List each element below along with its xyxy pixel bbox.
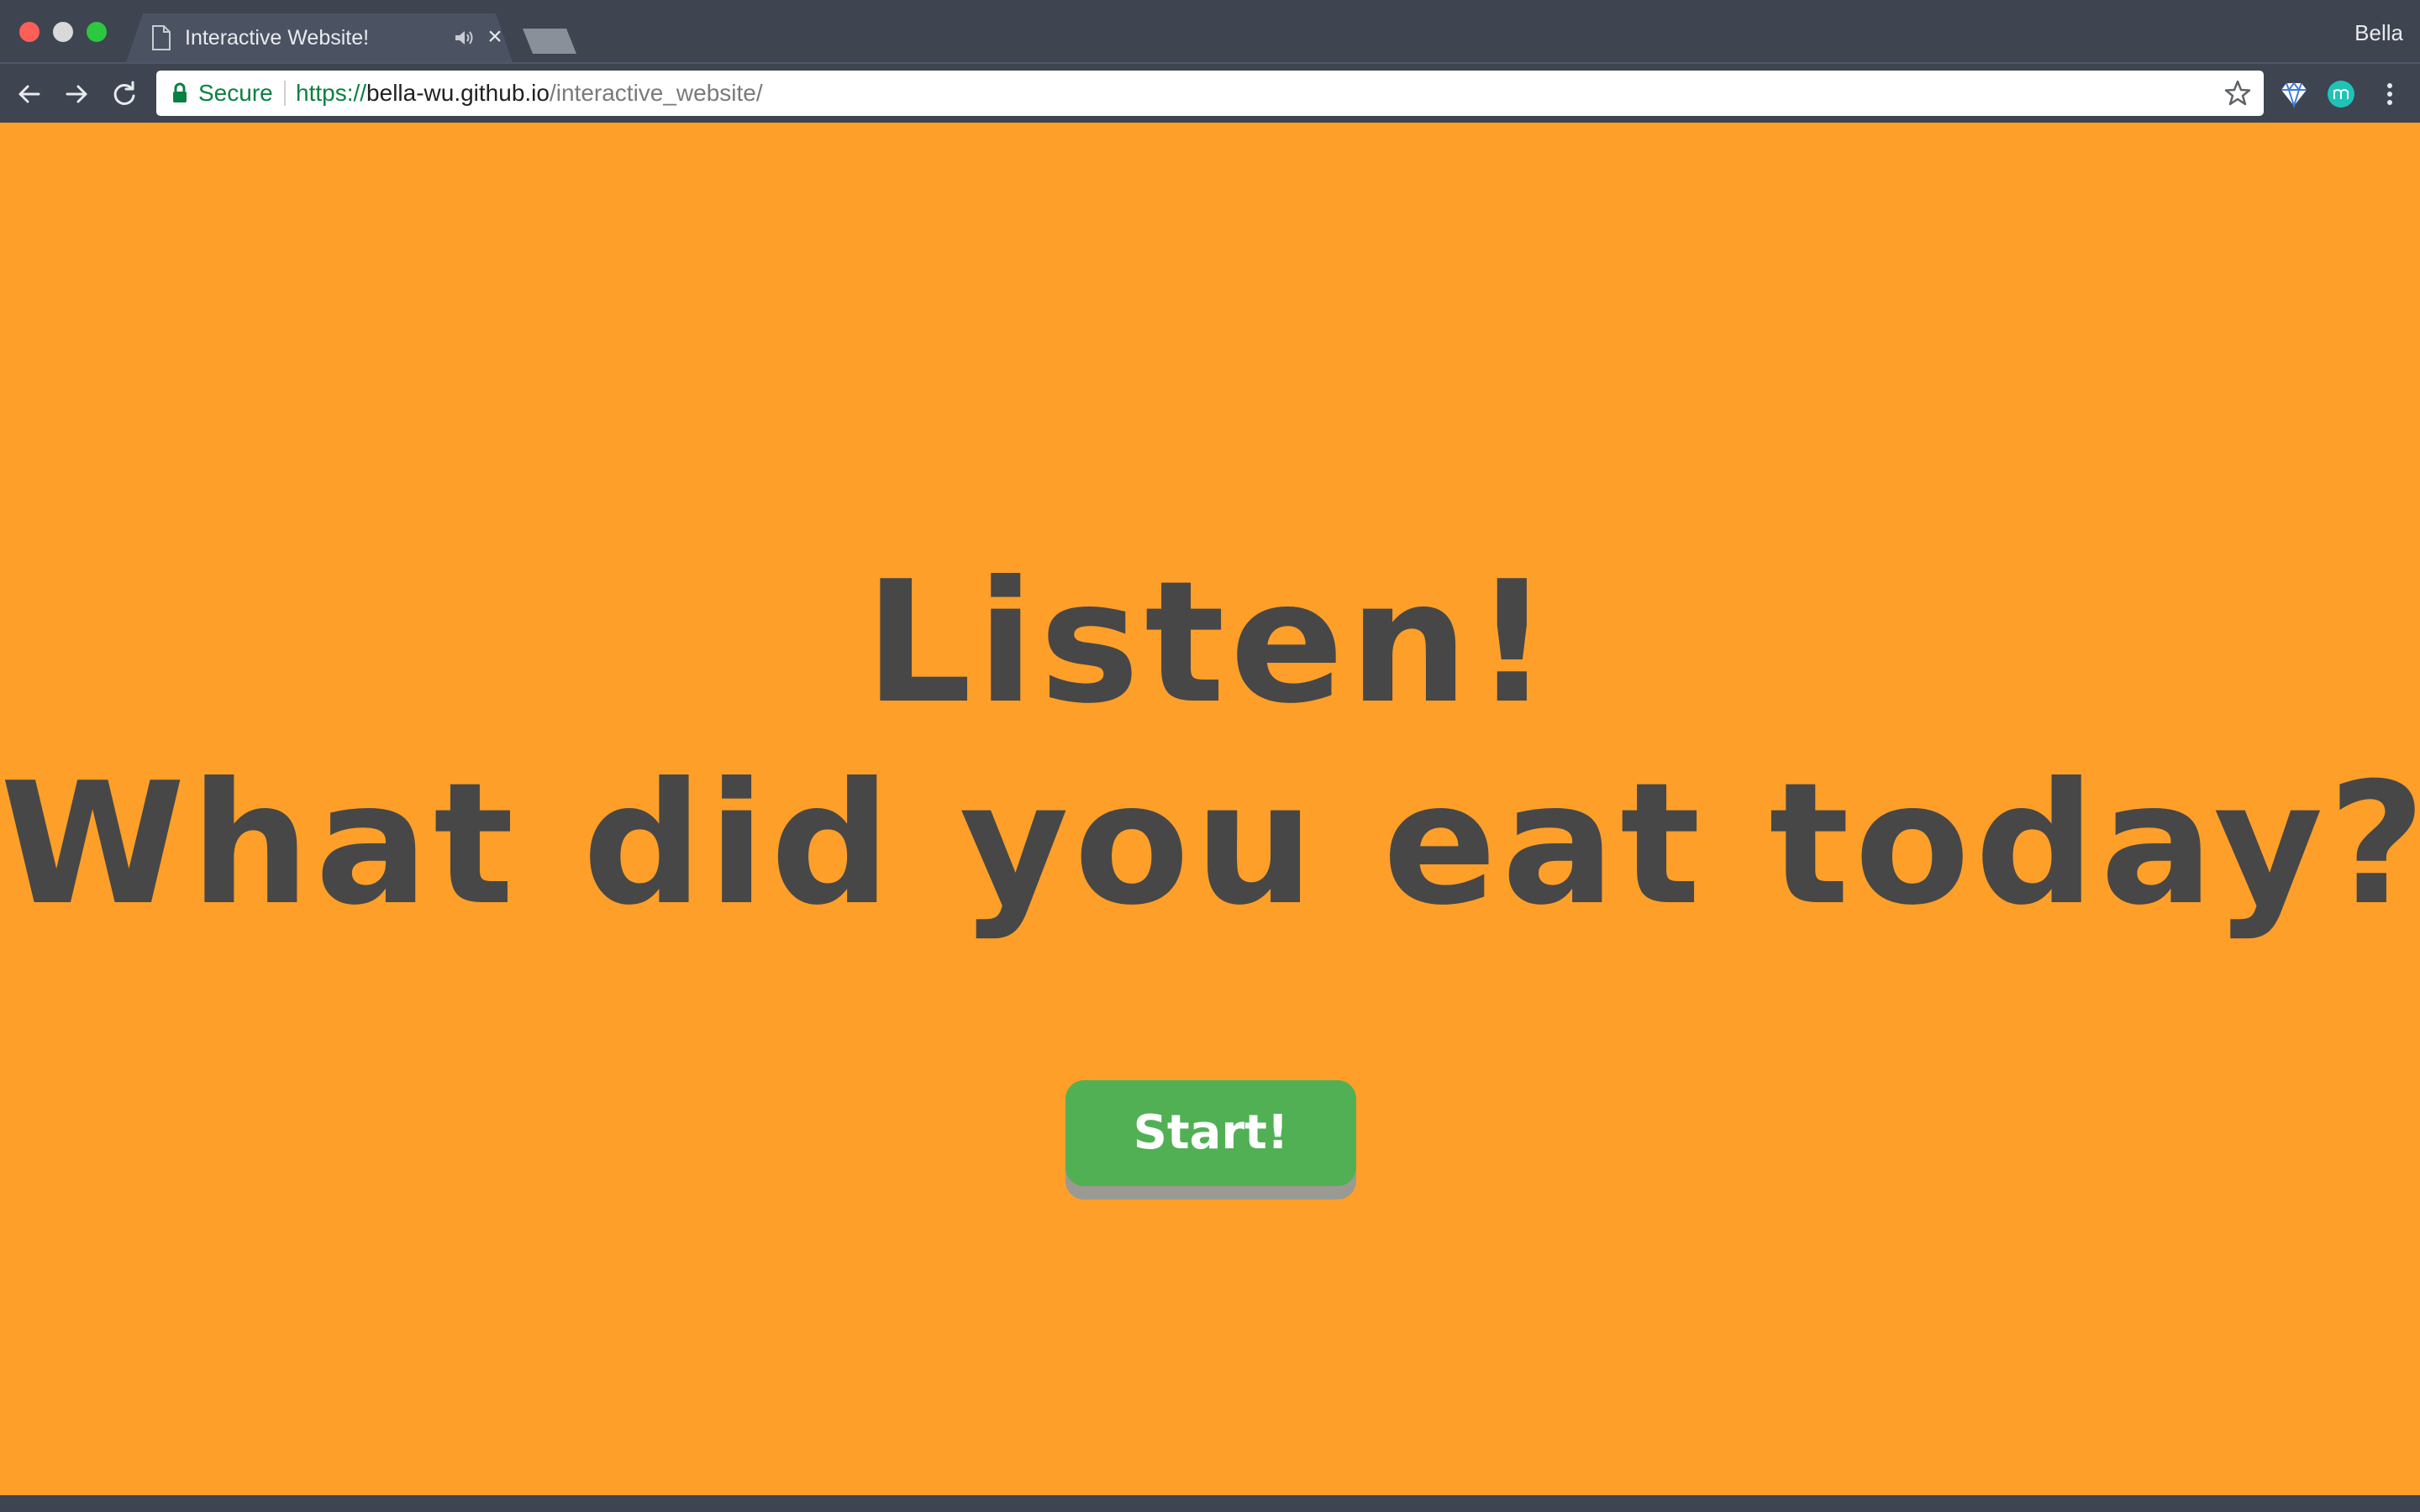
address-bar[interactable]: Secure https://bella-wu.github.io/intera…	[156, 71, 2264, 116]
browser-window: Interactive Website! × Bella Secure http…	[0, 0, 2420, 1512]
reload-button[interactable]	[108, 77, 141, 111]
arrow-right-icon	[66, 85, 87, 103]
profile-name[interactable]: Bella	[2354, 20, 2403, 46]
window-minimize-button[interactable]	[53, 22, 73, 42]
start-button[interactable]: Start!	[1065, 1080, 1356, 1186]
back-button[interactable]	[12, 77, 45, 111]
omnibox-divider	[284, 81, 286, 106]
window-close-button[interactable]	[19, 22, 39, 42]
kebab-menu-icon[interactable]	[2375, 79, 2405, 109]
tab-close-icon[interactable]: ×	[482, 24, 508, 50]
url-host: bella-wu.github.io	[366, 80, 550, 106]
lock-icon	[173, 82, 187, 102]
title-bar: Interactive Website! × Bella	[0, 0, 2420, 62]
headline-question: What did you eat today?	[0, 747, 2420, 942]
window-zoom-button[interactable]	[87, 22, 107, 42]
url-text[interactable]: https://bella-wu.github.io/interactive_w…	[296, 81, 763, 106]
page-icon	[152, 25, 171, 50]
forward-button[interactable]	[60, 77, 94, 111]
url-scheme: https://	[296, 80, 367, 106]
headline-listen: Listen!	[865, 545, 1555, 741]
bookmark-star-icon[interactable]	[2223, 79, 2252, 108]
page-content: Listen! What did you eat today? Start!	[0, 123, 2420, 1495]
reload-icon	[113, 81, 135, 105]
secure-label: Secure	[198, 80, 273, 106]
tab-title: Interactive Website!	[185, 26, 370, 50]
new-tab-button[interactable]	[523, 29, 576, 54]
browser-toolbar: Secure https://bella-wu.github.io/intera…	[0, 62, 2420, 123]
browser-tab[interactable]: Interactive Website! ×	[126, 13, 513, 62]
gem-extension-icon[interactable]	[2279, 79, 2309, 109]
url-path: /interactive_website/	[549, 80, 763, 106]
arrow-left-icon	[18, 85, 40, 103]
footer-bar	[0, 1495, 2420, 1512]
m-extension-icon[interactable]	[2326, 79, 2356, 109]
speaker-icon[interactable]	[454, 29, 474, 47]
